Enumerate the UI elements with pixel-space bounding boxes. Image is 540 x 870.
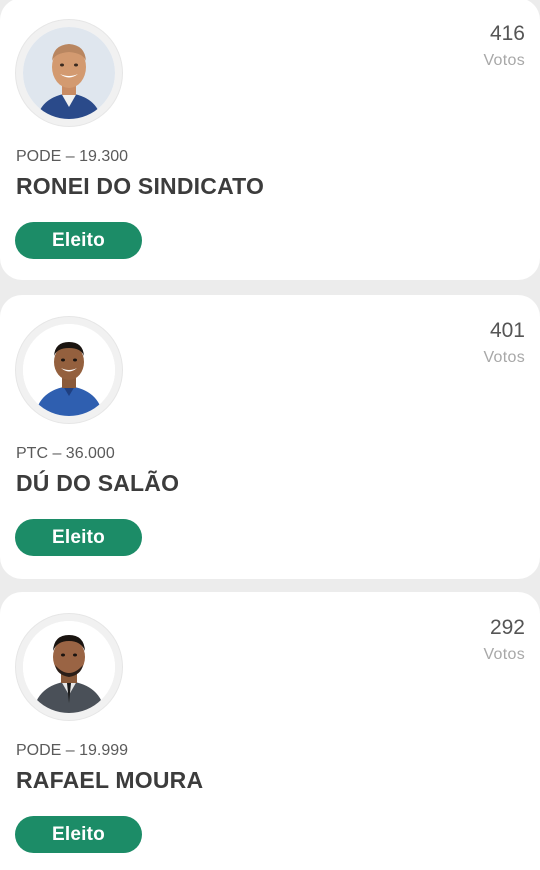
votes-label: Votos <box>483 349 525 366</box>
avatar-frame <box>16 20 122 126</box>
candidate-card[interactable]: 416 Votos PODE – 19.300 RONEI DO SINDICA… <box>0 0 540 280</box>
candidate-list: 416 Votos PODE – 19.300 RONEI DO SINDICA… <box>0 0 540 870</box>
party-number: PODE – 19.999 <box>16 742 129 759</box>
candidate-name: RAFAEL MOURA <box>16 767 204 793</box>
candidate-avatar <box>23 324 115 416</box>
candidate-avatar <box>23 621 115 713</box>
candidate-avatar <box>23 27 115 119</box>
status-badge: Eleito <box>15 222 142 259</box>
candidate-name: DÚ DO SALÃO <box>16 470 180 496</box>
status-badge: Eleito <box>15 519 142 556</box>
votes-count: 401 <box>489 319 525 342</box>
avatar-frame <box>16 317 122 423</box>
party-number: PTC – 36.000 <box>16 445 115 462</box>
candidate-name: RONEI DO SINDICATO <box>16 173 265 199</box>
votes-count: 292 <box>489 616 525 639</box>
party-number: PODE – 19.300 <box>16 148 129 165</box>
votes-count: 416 <box>489 22 525 45</box>
status-badge: Eleito <box>15 816 142 853</box>
avatar-frame <box>16 614 122 720</box>
votes-label: Votos <box>483 646 525 663</box>
candidate-card[interactable]: 292 Votos PODE – 19.999 RAFAEL MOURA Ele… <box>0 592 540 870</box>
candidate-card[interactable]: 401 Votos PTC – 36.000 DÚ DO SALÃO Eleit… <box>0 295 540 579</box>
votes-label: Votos <box>483 52 525 69</box>
